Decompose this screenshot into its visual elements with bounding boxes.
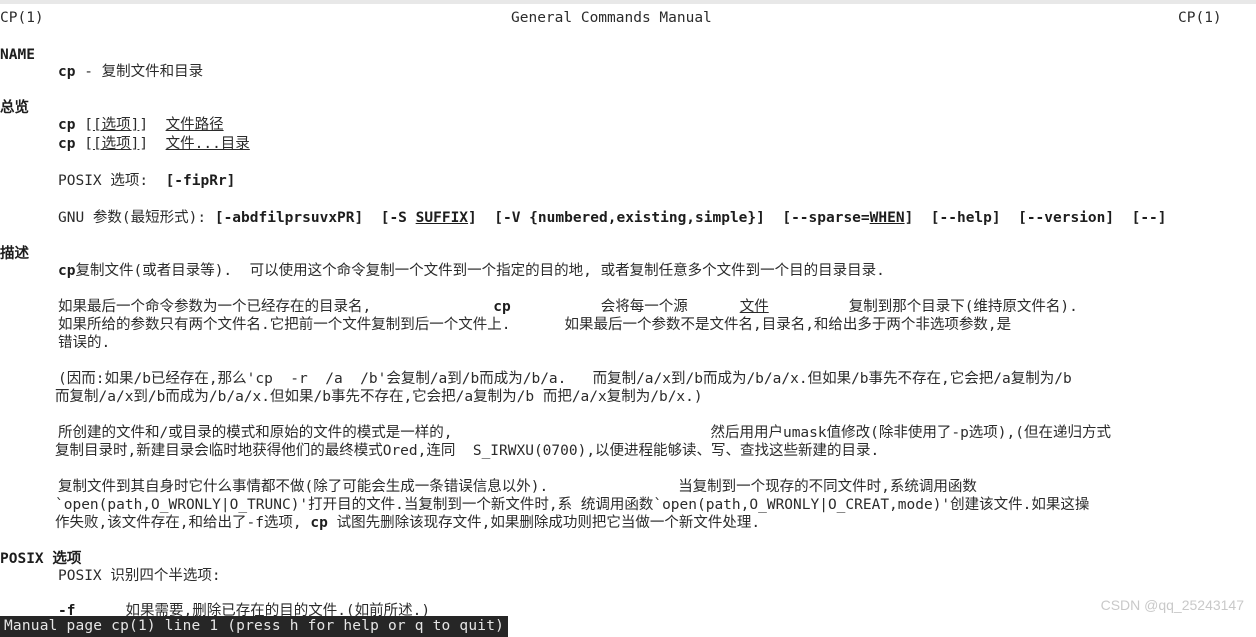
section-heading-description: 描述	[0, 246, 29, 262]
name-command: cp	[58, 64, 76, 80]
description-p1-text: 复制文件(或者目录等). 可以使用这个命令复制一个文件到一个指定的目的地, 或者…	[75, 263, 885, 279]
description-paragraph-5-line-2: `open(path,O_WRONLY|O_TRUNC)'打开目的文件.当复制到…	[55, 497, 1090, 513]
gnu-sep-2	[477, 210, 494, 226]
description-paragraph-3-line-1: (因而:如果/b已经存在,那么'cp -r /a /b'会复制/a到/b而成为/…	[58, 371, 1072, 387]
gnu-sep-5	[1001, 210, 1018, 226]
desc-p5-a: 复制文件到其自身时它什么事情都不做(除了可能会生成一条错误信息以外).	[58, 479, 549, 495]
section-heading-name: NAME	[0, 47, 35, 63]
description-paragraph-5-line-1: 复制文件到其自身时它什么事情都不做(除了可能会生成一条错误信息以外). 当复制到一…	[58, 478, 977, 497]
gnu-args-label: GNU 参数(最短形式):	[58, 210, 215, 226]
desc-p5-c: 作失败,该文件存在,和给出了-f选项,	[55, 515, 311, 531]
name-dash: -	[75, 64, 102, 80]
synopsis-spacer-2: [	[75, 136, 93, 152]
man-page-viewport[interactable]: CP(1) General Commands Manual CP(1) NAME…	[0, 4, 1256, 637]
name-body: cp - 复制文件和目录	[58, 63, 203, 82]
gnu-token-end-of-options: [--]	[1131, 210, 1167, 226]
synopsis-cmd-2: cp	[58, 136, 76, 152]
synopsis-option-1: [选项]	[92, 117, 140, 133]
synopsis-option-2: [选项]	[92, 136, 140, 152]
synopsis-gnu-line: GNU 参数(最短形式): [-abdfilprsuvxPR] [-S SUFF…	[58, 209, 1167, 228]
synopsis-spacer-1b: ]	[139, 117, 166, 133]
desc-p5-d: 试图先删除该现存文件,如果删除成功则把它当做一个新文件处理.	[327, 515, 761, 531]
section-heading-synopsis: 总览	[0, 100, 29, 116]
description-paragraph-2-line-2: 如果所给的参数只有两个文件名.它把前一个文件复制到后一个文件上. 如果最后一个参数…	[58, 316, 1011, 335]
gnu-suffix-flag: -S	[389, 210, 416, 226]
header-right: CP(1)	[1178, 10, 1222, 26]
gnu-token-short-forms: [-abdfilprsuvxPR]	[214, 210, 364, 226]
posix-options-value: [-fipRr]	[165, 173, 236, 189]
gnu-token-suffix: [-S SUFFIX]	[380, 210, 477, 226]
synopsis-line-2: cp [[选项]] 文件...目录	[58, 135, 250, 154]
gnu-token-version: [--version]	[1018, 210, 1115, 226]
desc-p2-a: 如果最后一个命令参数为一个已经存在的目录名,	[58, 299, 372, 315]
synopsis-line-1: cp [[选项]] 文件路径	[58, 116, 224, 135]
synopsis-args-2: 文件...目录	[165, 136, 250, 152]
gnu-sep-1	[363, 210, 380, 226]
synopsis-cmd-1: cp	[58, 117, 76, 133]
name-description: 复制文件和目录	[101, 64, 204, 80]
description-paragraph-2-line-1: 如果最后一个命令参数为一个已经存在的目录名, cp 会将每一个源 文件 复制到那个目录下…	[58, 298, 1078, 317]
desc-p2-b: 会将每一个源	[600, 299, 688, 315]
gnu-sep-6	[1114, 210, 1131, 226]
synopsis-args-1: 文件路径	[165, 117, 224, 133]
pager-status-bar[interactable]: Manual page cp(1) line 1 (press h for he…	[0, 616, 509, 637]
synopsis-spacer-1: [	[75, 117, 93, 133]
gnu-token-sparse: [--sparse=WHEN]	[782, 210, 914, 226]
desc-p4-a: 所创建的文件和/或目录的模式和原始的文件的模式是一样的,	[58, 425, 453, 441]
description-paragraph-4-line-2: 复制目录时,新建目录会临时地获得他们的最终模式Ored,连同 S_IRWXU(0…	[55, 443, 880, 459]
desc-p2-e: 如果最后一个参数不是文件名,目录名,和给出多于两个非选项参数,是	[564, 317, 1012, 333]
header-center: General Commands Manual	[511, 10, 712, 26]
desc-p2-c: 复制到那个目录下(维持原文件名).	[848, 299, 1078, 315]
desc-p5-command: cp	[310, 515, 328, 531]
desc-p2-underlined-file: 文件	[739, 299, 769, 315]
description-paragraph-3-line-2: 而复制/a/x到/b而成为/b/a/x.但如果/b事先不存在,它会把/a复制为/…	[55, 389, 703, 405]
description-paragraph-5-line-3: 作失败,该文件存在,和给出了-f选项, cp 试图先删除该现存文件,如果删除成功…	[55, 514, 760, 533]
desc-p5-b: 当复制到一个现存的不同文件时,系统调用函数	[678, 479, 977, 495]
header-left: CP(1)	[0, 10, 44, 26]
gnu-sep-4	[913, 210, 930, 226]
gnu-sparse-flag: --sparse=	[791, 210, 870, 226]
gnu-token-help: [--help]	[930, 210, 1001, 226]
posix-options-intro: POSIX 识别四个半选项:	[58, 568, 221, 584]
desc-p2-command: cp	[493, 299, 511, 315]
description-paragraph-4-line-1: 所创建的文件和/或目录的模式和原始的文件的模式是一样的, 然后用用户umask值修…	[58, 424, 1111, 443]
synopsis-spacer-2b: ]	[139, 136, 166, 152]
gnu-token-version-control: [-V {numbered,existing,simple}]	[494, 210, 765, 226]
desc-p4-b: 然后用用户umask值修改(除非使用了-p选项),(但在递归方式	[710, 425, 1111, 441]
gnu-suffix-arg: SUFFIX	[415, 210, 469, 226]
description-paragraph-2-line-3: 错误的.	[58, 335, 111, 351]
desc-p2-d: 如果所给的参数只有两个文件名.它把前一个文件复制到后一个文件上.	[58, 317, 511, 333]
gnu-sparse-arg: WHEN	[869, 210, 905, 226]
description-paragraph-1: cp复制文件(或者目录等). 可以使用这个命令复制一个文件到一个指定的目的地, …	[58, 262, 885, 281]
posix-options-label: POSIX 选项:	[58, 173, 166, 189]
gnu-sep-3	[765, 210, 782, 226]
synopsis-posix-line: POSIX 选项: [-fipRr]	[58, 172, 235, 191]
csdn-watermark: CSDN @qq_25243147	[1100, 597, 1244, 613]
description-p1-command: cp	[58, 263, 76, 279]
